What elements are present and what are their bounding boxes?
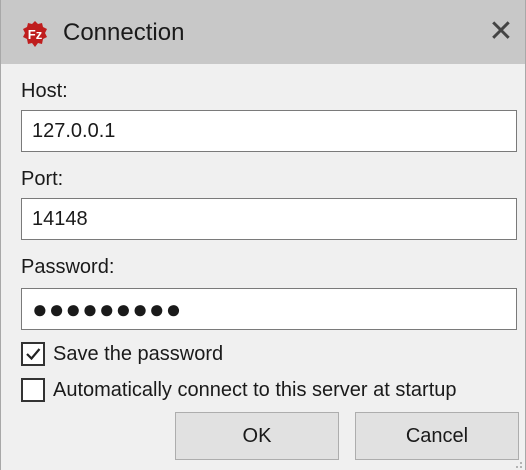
auto-connect-checkbox[interactable] <box>21 378 45 402</box>
password-label: Password: <box>21 256 115 278</box>
password-input[interactable]: ●●●●●●●●● <box>21 288 517 330</box>
connection-dialog: Fz Connection ✕ Host: 127.0.0.1 Port: 14… <box>0 0 526 470</box>
title-bar[interactable]: Fz Connection ✕ <box>1 0 525 64</box>
save-password-label: Save the password <box>53 342 224 365</box>
host-label: Host: <box>21 80 68 102</box>
cancel-button[interactable]: Cancel <box>355 412 519 460</box>
port-label: Port: <box>21 168 64 190</box>
svg-text:Fz: Fz <box>28 27 43 42</box>
filezilla-server-icon: Fz <box>21 20 49 48</box>
resize-grip-icon[interactable] <box>511 456 523 468</box>
port-input[interactable]: 14148 <box>21 198 517 240</box>
save-password-checkbox[interactable] <box>21 342 45 366</box>
window-title: Connection <box>63 19 185 46</box>
save-password-option[interactable]: Save the password <box>21 340 223 368</box>
auto-connect-option[interactable]: Automatically connect to this server at … <box>21 376 457 404</box>
close-icon[interactable]: ✕ <box>481 12 521 52</box>
auto-connect-label: Automatically connect to this server at … <box>53 378 457 401</box>
checkmark-icon <box>26 348 41 361</box>
ok-button[interactable]: OK <box>175 412 339 460</box>
host-input[interactable]: 127.0.0.1 <box>21 110 517 152</box>
